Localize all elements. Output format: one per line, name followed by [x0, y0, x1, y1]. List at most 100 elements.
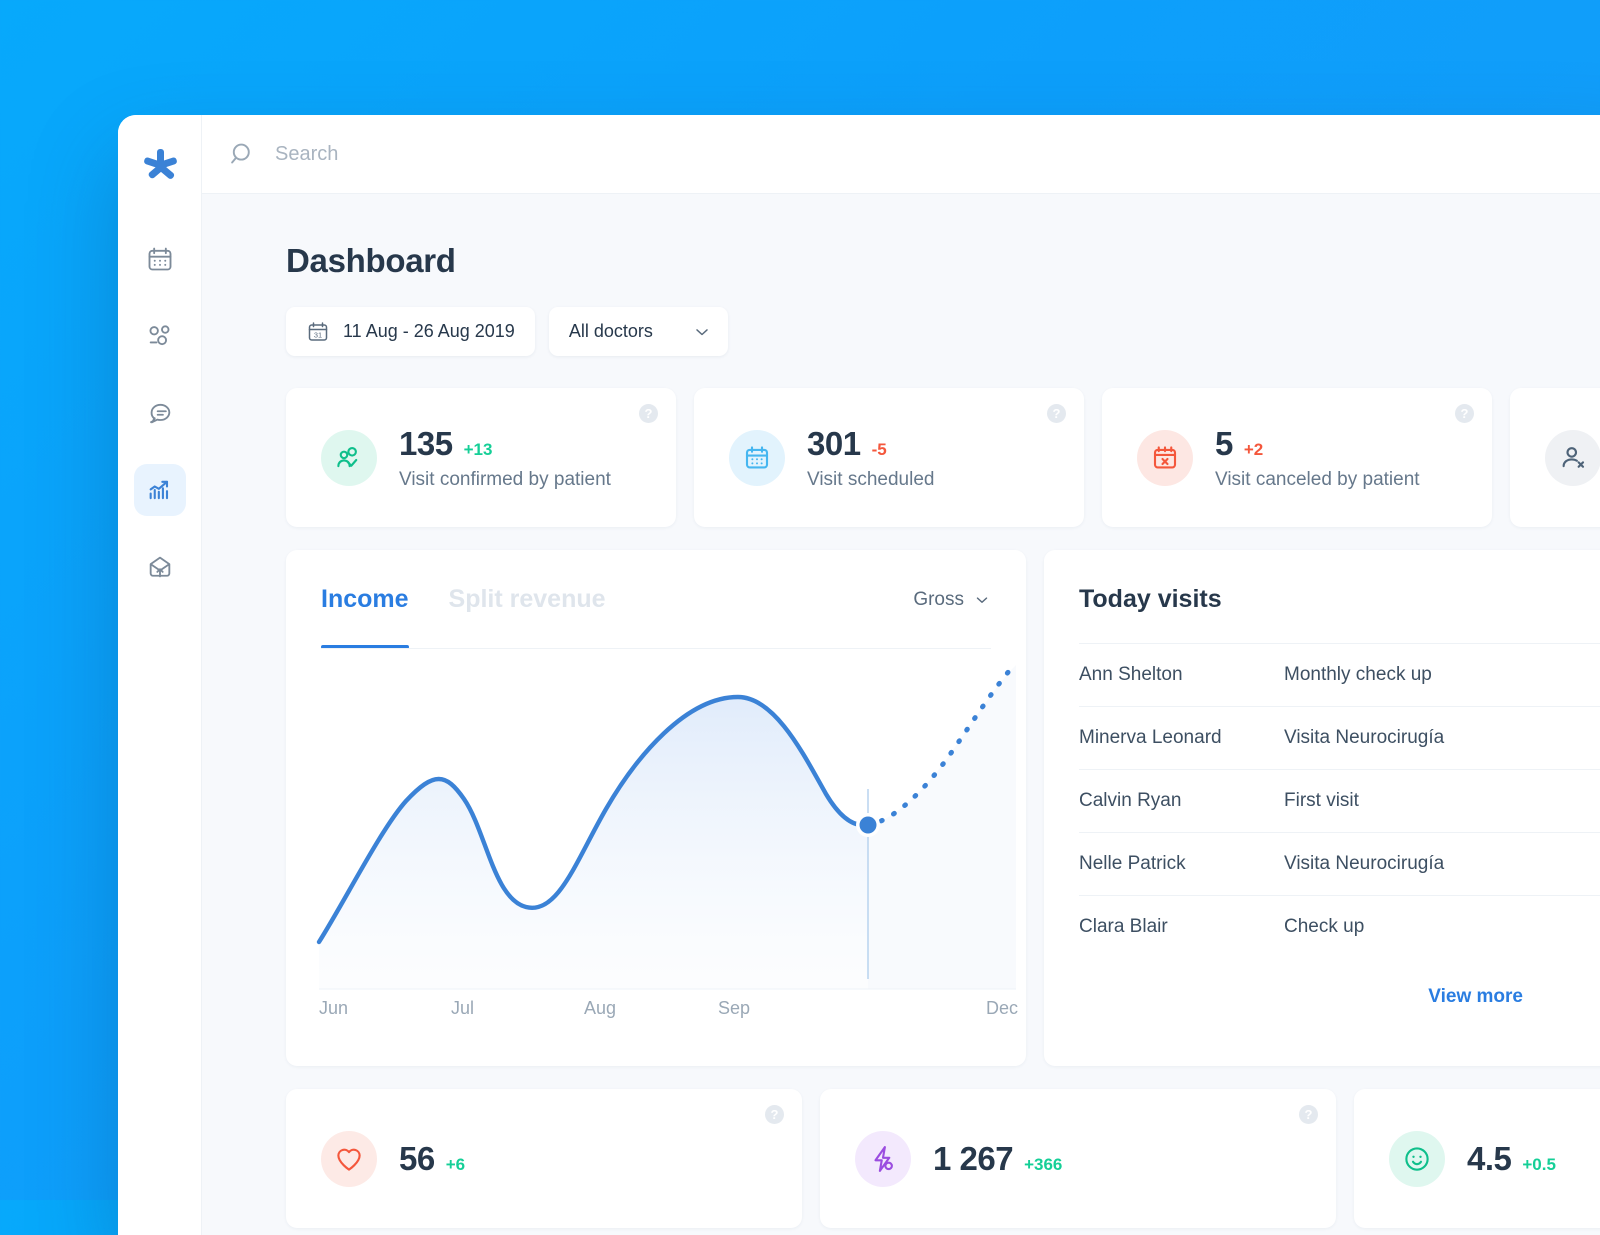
table-row[interactable]: Clara Blair Check up: [1079, 895, 1600, 958]
stat-top: 1 267 +366: [933, 1140, 1062, 1178]
app-logo[interactable]: [132, 139, 188, 195]
help-icon[interactable]: ?: [1455, 404, 1474, 423]
calendar-icon: [148, 247, 171, 271]
date-range-label: 11 Aug - 26 Aug 2019: [343, 321, 515, 341]
stat-top: 56 +6: [399, 1140, 465, 1178]
stat-card-visits-scheduled[interactable]: ? 301 -5 Visit scheduled: [694, 388, 1084, 527]
patients-check-icon: [337, 446, 358, 467]
stat-delta: -5: [871, 439, 887, 459]
stat-card-visits-canceled[interactable]: ? 5 +2 Visit canceled by patient: [1102, 388, 1492, 527]
stat-card-no-show[interactable]: [1510, 388, 1600, 527]
income-chart-card: Income Split revenue Gross Jun Jul Aug S…: [286, 550, 1026, 1066]
stat-top: 135 +13: [399, 425, 611, 463]
sidebar-item-messages[interactable]: [134, 387, 186, 439]
tab-income[interactable]: Income: [321, 550, 409, 649]
stat-text: 135 +13 Visit confirmed by patient: [399, 425, 611, 491]
table-row[interactable]: Nelle Patrick Visita Neurocirugía: [1079, 832, 1600, 895]
visit-patient-name: Nelle Patrick: [1079, 853, 1186, 874]
visit-patient-name: Calvin Ryan: [1079, 790, 1182, 811]
sidebar-item-analytics[interactable]: [133, 464, 186, 516]
main-content: Dashboard 31 11 Aug - 26 Aug 2019 All do…: [202, 194, 1600, 1235]
today-visits-title: Today visits: [1079, 585, 1222, 613]
calendar-31-icon: 31: [308, 321, 328, 341]
visit-reason: First visit: [1284, 790, 1359, 811]
patients-group-icon: [148, 325, 169, 346]
smiley-icon: [1405, 1146, 1429, 1171]
svg-text:31: 31: [314, 330, 322, 339]
sidebar-item-inbox[interactable]: [134, 541, 186, 593]
stat-icon-wrap: [1137, 429, 1193, 486]
doctor-filter[interactable]: All doctors: [548, 307, 728, 356]
person-x-icon: [1562, 446, 1585, 468]
search-icon[interactable]: [228, 140, 257, 169]
stat-card-satisfaction[interactable]: 4.5 +0.5: [1354, 1089, 1600, 1228]
stat-card-visits-confirmed[interactable]: ? 135 +13 Visit confirmed by patient: [286, 388, 676, 527]
help-icon[interactable]: ?: [765, 1105, 784, 1124]
filter-row: 31 11 Aug - 26 Aug 2019 All doctors: [286, 307, 1600, 356]
doctor-filter-label: All doctors: [568, 321, 653, 341]
stat-icon-wrap: [1545, 429, 1600, 486]
stat-value: 135: [399, 424, 453, 462]
chart-area-fill-forecast: [868, 665, 1016, 989]
sidebar-item-calendar[interactable]: [134, 233, 186, 285]
stat-icon-wrap: [729, 429, 785, 486]
stat-delta: +366: [1024, 1154, 1063, 1174]
visit-reason: Check up: [1284, 916, 1365, 937]
visit-reason: Visita Neurocirugía: [1284, 853, 1445, 874]
visit-reason: Monthly check up: [1284, 664, 1432, 685]
stat-label: Visit scheduled: [807, 468, 935, 490]
help-icon[interactable]: ?: [1299, 1105, 1318, 1124]
stat-value: 4.5: [1467, 1139, 1512, 1177]
view-more-link[interactable]: View more: [1079, 958, 1600, 1008]
x-axis-label-dec: Dec: [986, 998, 1019, 1018]
chart-area: $13 600 Jun Jul Aug Sep Dec Oct: [286, 649, 1026, 1066]
chart-area-fill: [319, 697, 868, 989]
stat-delta: +13: [463, 439, 493, 459]
mid-row: Income Split revenue Gross Jun Jul Aug S…: [286, 550, 1600, 1066]
visit-patient-name: Minerva Leonard: [1079, 727, 1222, 748]
gross-select-label: Gross: [913, 588, 964, 610]
calendar-x-icon: [1153, 445, 1177, 468]
search-input[interactable]: [275, 142, 695, 166]
stat-delta: +6: [445, 1154, 466, 1174]
stat-card-heart[interactable]: ? 56 +6: [286, 1089, 802, 1228]
help-icon[interactable]: ?: [1047, 404, 1066, 423]
tab-split-revenue[interactable]: Split revenue: [449, 550, 606, 649]
gross-select[interactable]: Gross: [913, 589, 991, 611]
x-axis-label-aug: Aug: [584, 998, 617, 1018]
table-row[interactable]: Minerva Leonard Visita Neurocirugía: [1079, 706, 1600, 769]
stat-value: 5: [1215, 424, 1233, 462]
stat-icon-wrap: [1389, 1130, 1445, 1187]
sidebar-item-patients[interactable]: [134, 310, 186, 362]
stat-text: 4.5 +0.5: [1467, 1140, 1556, 1178]
stat-text: 1 267 +366: [933, 1140, 1062, 1178]
date-range-filter[interactable]: 31 11 Aug - 26 Aug 2019: [286, 307, 535, 356]
stat-icon-wrap: [321, 429, 377, 486]
stat-icon-wrap: [321, 1130, 377, 1187]
stat-delta: +2: [1243, 439, 1264, 459]
page-title: Dashboard: [286, 242, 456, 279]
stat-top: 5 +2: [1215, 425, 1420, 463]
stats-row-bottom: ? 56 +6 ? 1 267 +366 4.5 +0.5: [286, 1089, 1600, 1228]
app-window: Dashboard 31 11 Aug - 26 Aug 2019 All do…: [118, 115, 1600, 1235]
help-icon[interactable]: ?: [639, 404, 658, 423]
stat-delta: +0.5: [1522, 1154, 1556, 1174]
visit-reason: Visita Neurocirugía: [1284, 727, 1445, 748]
income-tabs-bar: Income Split revenue Gross: [286, 550, 1026, 649]
table-row[interactable]: Ann Shelton Monthly check up: [1079, 643, 1600, 706]
stat-icon-wrap: [855, 1130, 911, 1187]
x-axis-label-jun: Jun: [319, 998, 349, 1018]
heart-icon: [337, 1148, 361, 1171]
chevron-down-icon: [976, 596, 988, 603]
table-row[interactable]: Calvin Ryan First visit: [1079, 769, 1600, 832]
x-axis-label-sep: Sep: [718, 998, 751, 1018]
stat-card-lightning[interactable]: ? 1 267 +366: [820, 1089, 1336, 1228]
sidebar: [118, 115, 202, 1235]
stat-top: 301 -5: [807, 425, 934, 463]
stat-text: 301 -5 Visit scheduled: [807, 425, 934, 491]
chart-active-point[interactable]: [859, 816, 877, 834]
income-line-chart: [316, 660, 1019, 990]
today-visits-card: Today visits Ann Shelton Monthly check u…: [1044, 550, 1600, 1066]
stat-value: 301: [807, 424, 861, 462]
stat-label: Visit canceled by patient: [1215, 468, 1420, 490]
